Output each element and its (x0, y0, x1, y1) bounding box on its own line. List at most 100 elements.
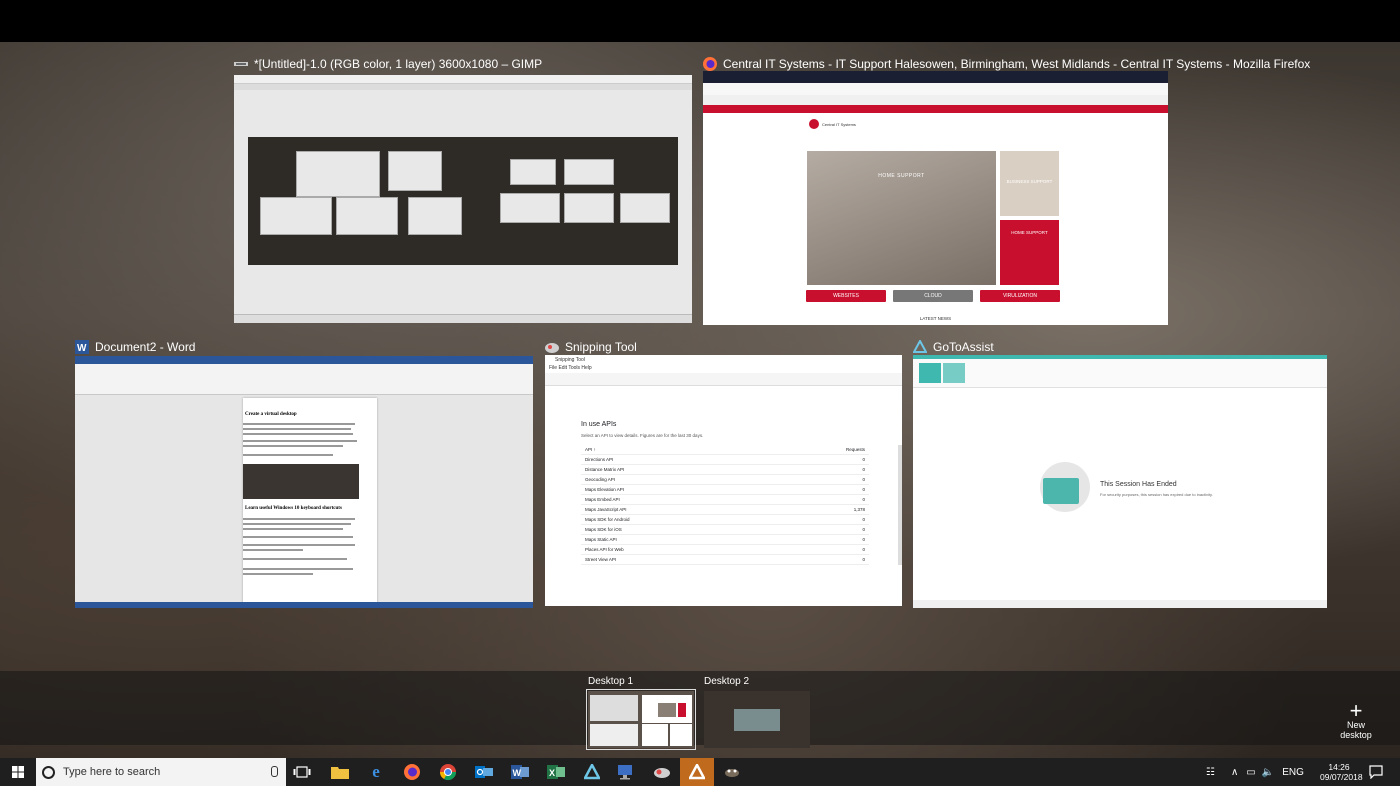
image-canvas (248, 137, 678, 265)
window-title: GoToAssist (933, 340, 994, 354)
taskbar: Type here to search e W X ☷ ∧ ▭ 🔈 ENG 14… (0, 758, 1400, 786)
remote-desktop-icon[interactable] (616, 762, 636, 782)
api-name: Places API for Web (581, 544, 772, 555)
api-requests: 0 (771, 514, 869, 525)
toolbar (545, 373, 902, 386)
desktop-label: Desktop 1 (588, 676, 634, 687)
window-title: Central IT Systems - IT Support Halesowe… (723, 57, 1311, 71)
desktop-2[interactable]: Desktop 2 (704, 676, 810, 748)
table-row: Geocoding API 0 (581, 474, 869, 485)
col-api: API ↑ (581, 445, 772, 455)
menu-bar: File Edit Tools Help (549, 365, 592, 371)
search-placeholder: Type here to search (63, 766, 161, 778)
new-desktop-label: New desktop (1340, 720, 1372, 740)
gotoassist-active-icon[interactable] (680, 758, 714, 786)
window-word[interactable]: W Document2 - Word Create a virtual desk… (75, 337, 533, 609)
windows-logo-icon (12, 766, 24, 778)
virtual-desktops-strip (0, 671, 1400, 745)
window-snipping-tool[interactable]: Snipping Tool Snipping Tool File Edit To… (545, 337, 902, 609)
api-requests: 0 (771, 494, 869, 505)
table-row: Maps Embed API 0 (581, 494, 869, 505)
websites-button: WEBSITES (806, 290, 886, 302)
word-taskbar-icon[interactable]: W (510, 762, 530, 782)
window-title: *[Untitled]-1.0 (RGB color, 1 layer) 360… (254, 57, 543, 71)
people-icon[interactable]: ☷ (1206, 767, 1215, 778)
window-gotoassist-header: GoToAssist (913, 337, 994, 357)
ribbon-tabs (75, 356, 533, 364)
clock-date: 09/07/2018 (1320, 772, 1363, 782)
outlook-icon[interactable] (474, 762, 494, 782)
side-panel-business: BUSINESS SUPPORT (1000, 151, 1059, 216)
desktop-1[interactable]: Desktop 1 (586, 676, 696, 750)
table-row: Directions API 0 (581, 454, 869, 465)
gimp-taskbar-icon[interactable] (722, 762, 742, 782)
document-page: Create a virtual desktop Learn useful Wi… (243, 398, 377, 604)
bookmarks-bar (703, 95, 1168, 105)
window-gimp[interactable]: *[Untitled]-1.0 (RGB color, 1 layer) 360… (234, 54, 692, 324)
svg-text:W: W (513, 768, 522, 778)
system-tray: ☷ ∧ ▭ 🔈 ENG (1206, 758, 1304, 786)
table-row: Maps SDK for Android 0 (581, 514, 869, 525)
session-ended-icon (1040, 462, 1090, 512)
window-thumbnail[interactable]: This Session Has Ended For security purp… (913, 355, 1327, 608)
cloud-button: CLOUD (893, 290, 973, 302)
window-gotoassist[interactable]: GoToAssist This Session Has Ended For se… (913, 337, 1327, 609)
api-requests: 0 (771, 524, 869, 535)
api-name: Distance Matrix API (581, 464, 772, 475)
window-thumbnail[interactable]: Central IT Systems HOME SUPPORT BUSINESS… (703, 71, 1168, 325)
latest-news-label: LATEST NEWS (919, 316, 952, 321)
window-thumbnail[interactable]: Snipping Tool File Edit Tools Help In us… (545, 355, 902, 606)
snipping-tool-taskbar-icon[interactable] (652, 762, 672, 782)
clock[interactable]: 14:26 09/07/2018 (1320, 762, 1363, 782)
api-name: Maps Embed API (581, 494, 772, 505)
api-name: Maps SDK for Android (581, 514, 772, 525)
desktop-label: Desktop 2 (704, 676, 750, 687)
api-requests: 0 (771, 484, 869, 495)
new-desktop-button[interactable]: + New desktop (1330, 700, 1382, 741)
excel-icon[interactable]: X (546, 762, 566, 782)
window-word-header: W Document2 - Word (75, 337, 195, 357)
gotoassist-icon (913, 340, 927, 353)
ribbon (75, 364, 533, 395)
api-requests: 0 (771, 554, 869, 565)
gotoassist-taskbar-icon[interactable] (582, 762, 602, 782)
table-row: Distance Matrix API 0 (581, 464, 869, 475)
window-title: Document2 - Word (95, 340, 196, 354)
desktop-thumbnail[interactable] (586, 689, 696, 750)
scrollbar (898, 445, 902, 565)
window-title: Snipping Tool (565, 340, 637, 354)
firefox-taskbar-icon[interactable] (402, 762, 422, 782)
start-button[interactable] (0, 758, 36, 786)
network-icon[interactable]: ▭ (1246, 767, 1255, 778)
gimp-icon (234, 62, 248, 66)
desktop-thumbnail[interactable] (704, 691, 810, 748)
chrome-icon[interactable] (438, 762, 458, 782)
table-header-row: API ↑ Requests (581, 445, 869, 455)
svg-text:W: W (77, 343, 87, 354)
action-center-icon[interactable] (1366, 762, 1386, 782)
window-thumbnail[interactable] (234, 75, 692, 323)
language-indicator[interactable]: ENG (1282, 767, 1304, 778)
chevron-up-icon[interactable]: ∧ (1231, 767, 1238, 778)
api-requests: 0 (771, 454, 869, 465)
search-box[interactable]: Type here to search (36, 758, 286, 786)
apis-heading: In use APIs (581, 421, 617, 428)
cortana-icon (42, 765, 55, 779)
task-view-icon[interactable] (292, 762, 312, 782)
table-row: Street View API 0 (581, 554, 869, 565)
file-explorer-icon[interactable] (330, 762, 350, 782)
api-requests: 1,378 (771, 504, 869, 515)
edge-icon[interactable]: e (366, 762, 386, 782)
site-logo: Central IT Systems (809, 119, 856, 129)
window-thumbnail[interactable]: Create a virtual desktop Learn useful Wi… (75, 356, 533, 608)
table-row: Maps JavaScript API 1,378 (581, 504, 869, 515)
api-name: Directions API (581, 454, 772, 465)
statusbar (234, 314, 692, 323)
volume-icon[interactable]: 🔈 (1262, 767, 1274, 778)
top-bar (0, 0, 1400, 42)
table-row: Places API for Web 0 (581, 544, 869, 555)
microphone-icon[interactable] (271, 766, 278, 777)
session-ended-title: This Session Has Ended (1100, 481, 1177, 488)
tab-strip (703, 71, 1168, 83)
window-firefox[interactable]: Central IT Systems - IT Support Halesowe… (703, 54, 1310, 326)
